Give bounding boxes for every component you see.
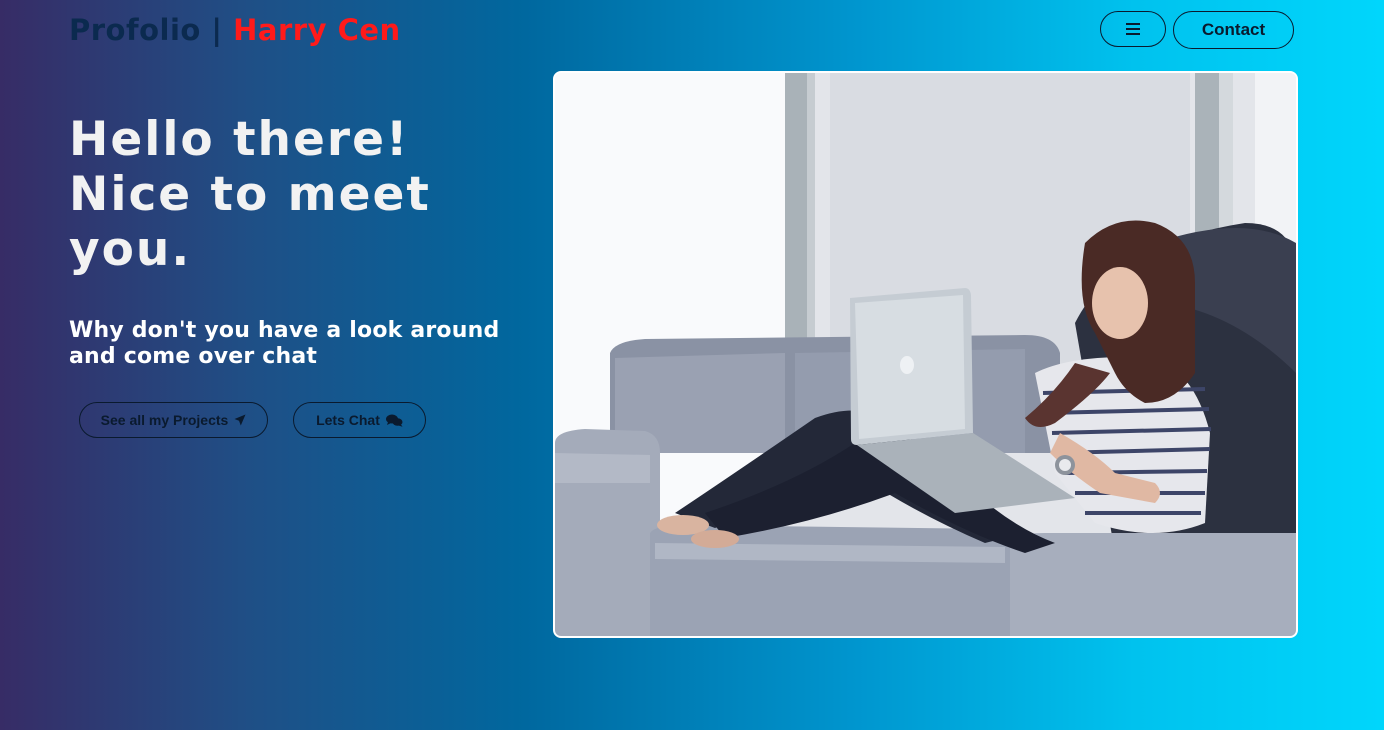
logo-brand: Profolio xyxy=(69,13,201,47)
site-logo[interactable]: Profolio | Harry Cen xyxy=(69,10,401,50)
paper-plane-icon xyxy=(234,414,246,426)
logo-owner: Harry Cen xyxy=(233,13,401,47)
lets-chat-label: Lets Chat xyxy=(316,412,380,428)
logo-separator: | xyxy=(200,13,234,47)
hero-title: Hello there! Nice to meet you. xyxy=(69,112,431,277)
woman-on-sofa-with-laptop xyxy=(555,73,1296,636)
top-nav: Contact xyxy=(1100,11,1294,49)
hero-subtitle: Why don't you have a look around and com… xyxy=(69,318,500,369)
lets-chat-button[interactable]: Lets Chat xyxy=(293,402,426,438)
see-projects-button[interactable]: See all my Projects xyxy=(79,402,268,438)
hamburger-icon xyxy=(1126,23,1140,35)
hero-photo xyxy=(553,71,1298,638)
see-projects-label: See all my Projects xyxy=(100,412,229,428)
menu-button[interactable] xyxy=(1100,11,1166,47)
chat-bubbles-icon xyxy=(385,414,403,427)
contact-button[interactable]: Contact xyxy=(1173,11,1294,49)
